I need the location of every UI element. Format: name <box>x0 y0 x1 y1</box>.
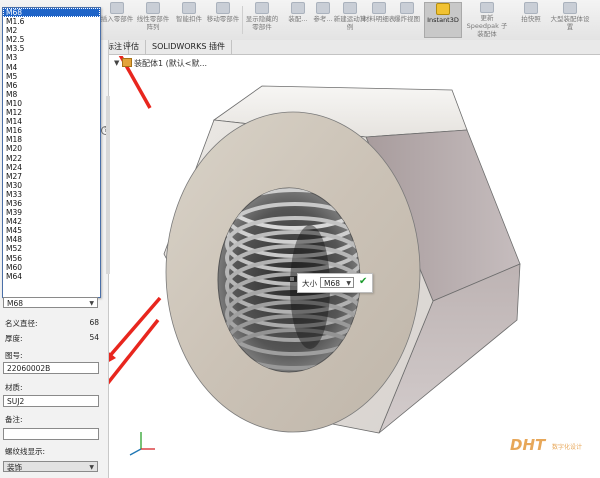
size-option[interactable]: M14 <box>3 117 100 126</box>
linear-pattern-button[interactable]: 线性零部件阵列 <box>136 2 170 38</box>
popup-size-label: 大小 <box>302 279 317 288</box>
size-option[interactable]: M52 <box>3 244 100 253</box>
size-option[interactable]: M8 <box>3 90 100 99</box>
speedpak-icon <box>480 2 494 13</box>
exploded-view-button[interactable]: 爆炸视图 <box>390 2 424 38</box>
red-arrow-middle <box>108 296 162 363</box>
size-option[interactable]: M24 <box>3 163 100 172</box>
tab-solidworks-addins[interactable]: SOLIDWORKS 插件 <box>146 40 232 54</box>
size-option[interactable]: M68 <box>3 8 100 18</box>
part-number-label: 图号: <box>5 351 23 360</box>
large-assembly-icon <box>563 2 577 14</box>
size-option[interactable]: M2.5 <box>3 35 100 44</box>
ribbon-separator <box>242 6 243 34</box>
remark-label: 备注: <box>5 415 23 424</box>
material-label: 材质: <box>5 383 23 392</box>
size-option[interactable]: M42 <box>3 217 100 226</box>
move-component-icon <box>216 2 230 14</box>
size-option[interactable]: M12 <box>3 108 100 117</box>
size-option[interactable]: M10 <box>3 99 100 108</box>
size-option[interactable]: M20 <box>3 144 100 153</box>
size-dropdown-list[interactable]: M68 M1.6 M2 M2.5 M3.5 M3 M4 M5 M6 M8 M10… <box>2 7 101 298</box>
take-snapshot-button[interactable]: 拍快照 <box>514 2 548 38</box>
popup-size-select[interactable]: M68 ▼ <box>320 277 354 288</box>
size-option[interactable]: M36 <box>3 199 100 208</box>
move-component-button[interactable]: 移动零部件 <box>206 2 240 38</box>
size-option[interactable]: M6 <box>3 81 100 90</box>
update-speedpak-button[interactable]: 更新 Speedpak 子装配体 <box>464 2 510 38</box>
graphics-area[interactable] <box>108 56 598 478</box>
instant3d-button[interactable]: Instant3D <box>424 2 462 38</box>
size-option[interactable]: M30 <box>3 181 100 190</box>
size-option[interactable]: M64 <box>3 272 100 281</box>
size-option[interactable]: M39 <box>3 208 100 217</box>
size-select[interactable]: M68 ▼ <box>3 297 98 308</box>
show-hidden-components-button[interactable]: 显示隐藏的零部件 <box>245 2 279 38</box>
size-option[interactable]: M3 <box>3 53 100 62</box>
assembly-features-icon <box>291 2 305 14</box>
size-option[interactable]: M18 <box>3 135 100 144</box>
bom-icon <box>372 2 386 14</box>
chevron-down-icon: ▼ <box>89 464 94 471</box>
size-popup: 大小 M68 ▼ ✔ <box>297 273 373 293</box>
linear-pattern-icon <box>146 2 160 14</box>
insert-components-button[interactable]: 插入零部件 <box>100 2 134 38</box>
chevron-down-icon: ▼ <box>346 280 351 287</box>
instant3d-icon <box>436 3 450 15</box>
size-option[interactable]: M45 <box>3 226 100 235</box>
size-option[interactable]: M4 <box>3 63 100 72</box>
size-option[interactable]: M3.5 <box>3 44 100 53</box>
part-number-field[interactable]: 22060002B <box>3 362 99 374</box>
exploded-view-icon <box>400 2 414 14</box>
nominal-diameter-value: 68 <box>89 318 99 327</box>
smart-fasteners-icon <box>182 2 196 14</box>
size-option[interactable]: M22 <box>3 154 100 163</box>
insert-component-icon <box>110 2 124 14</box>
watermark-logo: DHT <box>510 436 546 454</box>
thickness-value: 54 <box>89 333 99 342</box>
size-option[interactable]: M48 <box>3 235 100 244</box>
size-option[interactable]: M27 <box>3 172 100 181</box>
assembly-icon <box>122 58 132 67</box>
material-field[interactable]: SUJ2 <box>3 395 99 407</box>
size-option[interactable]: M1.6 <box>3 17 100 26</box>
size-option[interactable]: M60 <box>3 263 100 272</box>
watermark-subtitle: 数字化设计 <box>552 444 583 451</box>
size-option[interactable]: M2 <box>3 26 100 35</box>
thread-display-select[interactable]: 装饰 ▼ <box>3 461 98 472</box>
reference-geometry-icon <box>316 2 330 14</box>
size-option[interactable]: M33 <box>3 190 100 199</box>
large-assembly-settings-button[interactable]: 大型装配体设置 <box>550 2 590 38</box>
smart-fasteners-button[interactable]: 智能扣件 <box>172 2 206 38</box>
show-hidden-icon <box>255 2 269 14</box>
snapshot-icon <box>524 2 538 14</box>
thickness-label: 厚度: <box>5 334 23 343</box>
size-option[interactable]: M5 <box>3 72 100 81</box>
nominal-diameter-label: 名义直径: <box>5 319 38 328</box>
popup-drag-handle[interactable] <box>290 277 294 281</box>
size-option[interactable]: M56 <box>3 254 100 263</box>
panel-scrollbar[interactable] <box>106 96 110 274</box>
remark-field[interactable] <box>3 428 99 440</box>
tab-evaluate[interactable]: 评估 <box>117 40 146 54</box>
motion-study-icon <box>343 2 357 14</box>
command-manager-tabs: 标注 评估 SOLIDWORKS 插件 <box>100 40 600 55</box>
size-option[interactable]: M16 <box>3 126 100 135</box>
breadcrumb[interactable]: 装配体1 (默认<默... <box>122 58 207 70</box>
coordinate-triad <box>129 432 155 456</box>
red-arrow-bottom <box>108 318 160 386</box>
confirm-check-icon[interactable]: ✔ <box>359 276 367 287</box>
feature-tree-caret[interactable]: ▼ <box>114 59 119 67</box>
chevron-down-icon: ▼ <box>89 300 94 307</box>
thread-display-label: 螺纹线显示: <box>5 447 46 456</box>
